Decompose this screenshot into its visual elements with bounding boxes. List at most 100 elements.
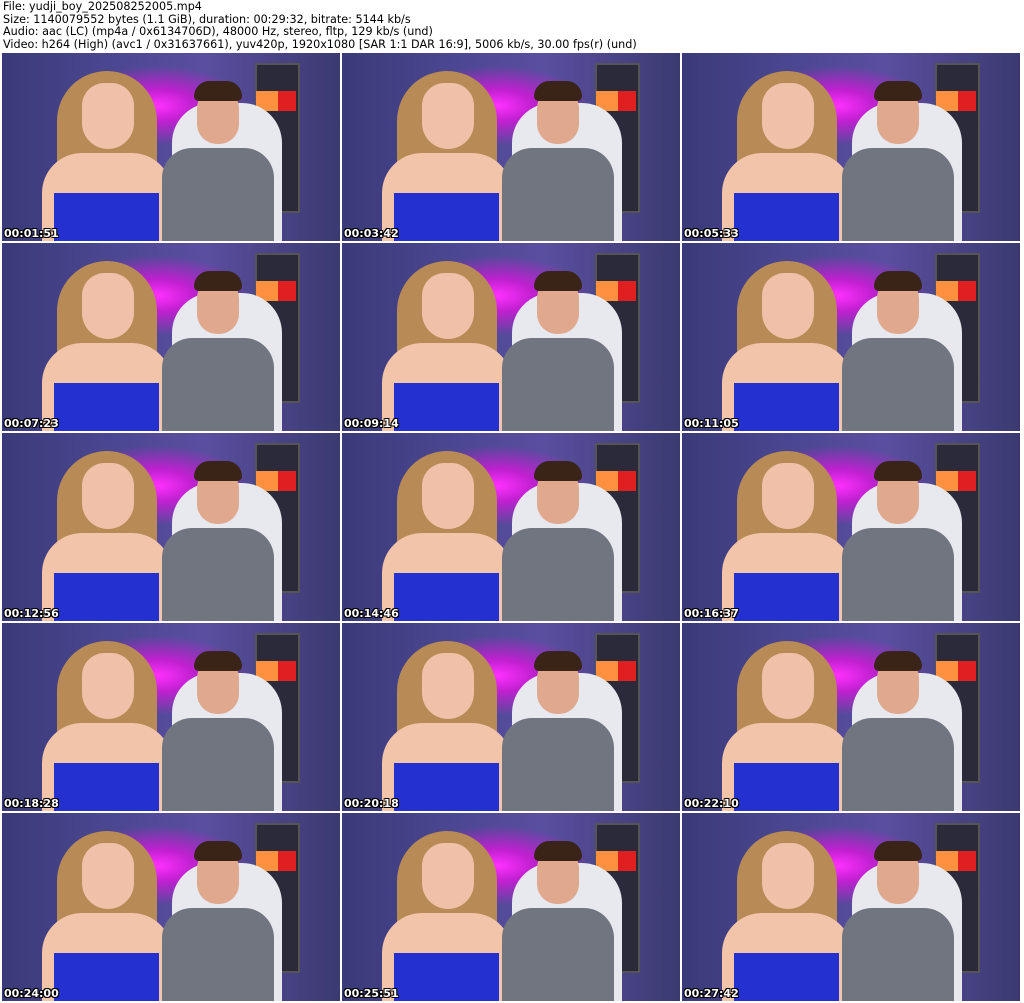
lamp [958, 851, 976, 871]
person-top [54, 383, 159, 431]
person-top [734, 573, 839, 621]
timestamp-label: 00:09:14 [344, 417, 399, 430]
person-body [842, 908, 954, 1001]
person-body [502, 908, 614, 1001]
video-thumbnail[interactable]: 00:03:42 [342, 53, 680, 241]
timestamp-label: 00:01:51 [4, 227, 59, 240]
video-info: Video: h264 (High) (avc1 / 0x31637661), … [3, 37, 637, 51]
timestamp-label: 00:07:23 [4, 417, 59, 430]
person-body [162, 908, 274, 1001]
person-hair [874, 81, 922, 101]
timestamp-label: 00:03:42 [344, 227, 399, 240]
person-face [422, 83, 474, 149]
person-face [82, 463, 134, 529]
lamp [618, 471, 636, 491]
person-top [54, 953, 159, 1001]
person-face [422, 273, 474, 339]
timestamp-label: 00:22:10 [684, 797, 739, 810]
person-top [54, 763, 159, 811]
person-hair [194, 461, 242, 481]
person-face [82, 653, 134, 719]
lamp [278, 471, 296, 491]
video-thumbnail[interactable]: 00:18:28 [2, 623, 340, 811]
lamp [958, 471, 976, 491]
timestamp-label: 00:27:42 [684, 987, 739, 1000]
video-thumbnail[interactable]: 00:24:00 [2, 813, 340, 1001]
lamp [278, 91, 296, 111]
video-thumbnail[interactable]: 00:27:42 [682, 813, 1020, 1001]
person-body [162, 528, 274, 621]
video-thumbnail[interactable]: 00:12:56 [2, 433, 340, 621]
timestamp-label: 00:12:56 [4, 607, 59, 620]
video-thumbnail[interactable]: 00:05:33 [682, 53, 1020, 241]
person-hair [534, 841, 582, 861]
person-top [394, 383, 499, 431]
video-thumbnail[interactable]: 00:22:10 [682, 623, 1020, 811]
person-face [762, 273, 814, 339]
video-thumbnail[interactable]: 00:20:18 [342, 623, 680, 811]
video-thumbnail[interactable]: 00:11:05 [682, 243, 1020, 431]
person-face [422, 463, 474, 529]
person-face [82, 83, 134, 149]
person-hair [534, 271, 582, 291]
audio-info: Audio: aac (LC) (mp4a / 0x6134706D), 480… [3, 25, 433, 39]
person-hair [874, 651, 922, 671]
person-top [394, 193, 499, 241]
video-thumbnail[interactable]: 00:16:37 [682, 433, 1020, 621]
person-body [502, 528, 614, 621]
person-top [734, 193, 839, 241]
person-face [762, 843, 814, 909]
person-top [734, 383, 839, 431]
timestamp-label: 00:05:33 [684, 227, 739, 240]
person-hair [194, 271, 242, 291]
person-hair [534, 461, 582, 481]
person-body [502, 338, 614, 431]
lamp [618, 851, 636, 871]
person-top [54, 573, 159, 621]
person-hair [874, 841, 922, 861]
video-thumbnail[interactable]: 00:14:46 [342, 433, 680, 621]
person-face [762, 653, 814, 719]
person-face [422, 653, 474, 719]
person-hair [194, 81, 242, 101]
video-thumbnail[interactable]: 00:01:51 [2, 53, 340, 241]
timestamp-label: 00:16:37 [684, 607, 739, 620]
timestamp-label: 00:18:28 [4, 797, 59, 810]
person-body [162, 718, 274, 811]
person-body [842, 528, 954, 621]
person-face [762, 83, 814, 149]
person-top [394, 953, 499, 1001]
person-body [842, 718, 954, 811]
person-face [762, 463, 814, 529]
person-hair [874, 271, 922, 291]
lamp [618, 281, 636, 301]
lamp [618, 91, 636, 111]
file-name: File: yudji_boy_202508252005.mp4 [3, 0, 202, 13]
lamp [278, 281, 296, 301]
timestamp-label: 00:24:00 [4, 987, 59, 1000]
timestamp-label: 00:20:18 [344, 797, 399, 810]
video-thumbnail[interactable]: 00:25:51 [342, 813, 680, 1001]
video-thumbnail[interactable]: 00:07:23 [2, 243, 340, 431]
person-body [502, 148, 614, 241]
person-face [422, 843, 474, 909]
lamp [278, 661, 296, 681]
file-info-header: File: yudji_boy_202508252005.mp4 Size: 11… [3, 0, 637, 51]
person-hair [534, 651, 582, 671]
person-top [394, 763, 499, 811]
lamp [618, 661, 636, 681]
person-hair [534, 81, 582, 101]
person-hair [194, 841, 242, 861]
video-thumbnail[interactable]: 00:09:14 [342, 243, 680, 431]
timestamp-label: 00:11:05 [684, 417, 739, 430]
person-top [394, 573, 499, 621]
person-top [734, 953, 839, 1001]
timestamp-label: 00:14:46 [344, 607, 399, 620]
lamp [278, 851, 296, 871]
person-body [842, 338, 954, 431]
person-hair [194, 651, 242, 671]
person-body [162, 338, 274, 431]
thumbnail-grid: 00:01:51 00:03:42 00:05:33 00:07:23 00:09:14… [2, 53, 1020, 1001]
timestamp-label: 00:25:51 [344, 987, 399, 1000]
person-body [842, 148, 954, 241]
